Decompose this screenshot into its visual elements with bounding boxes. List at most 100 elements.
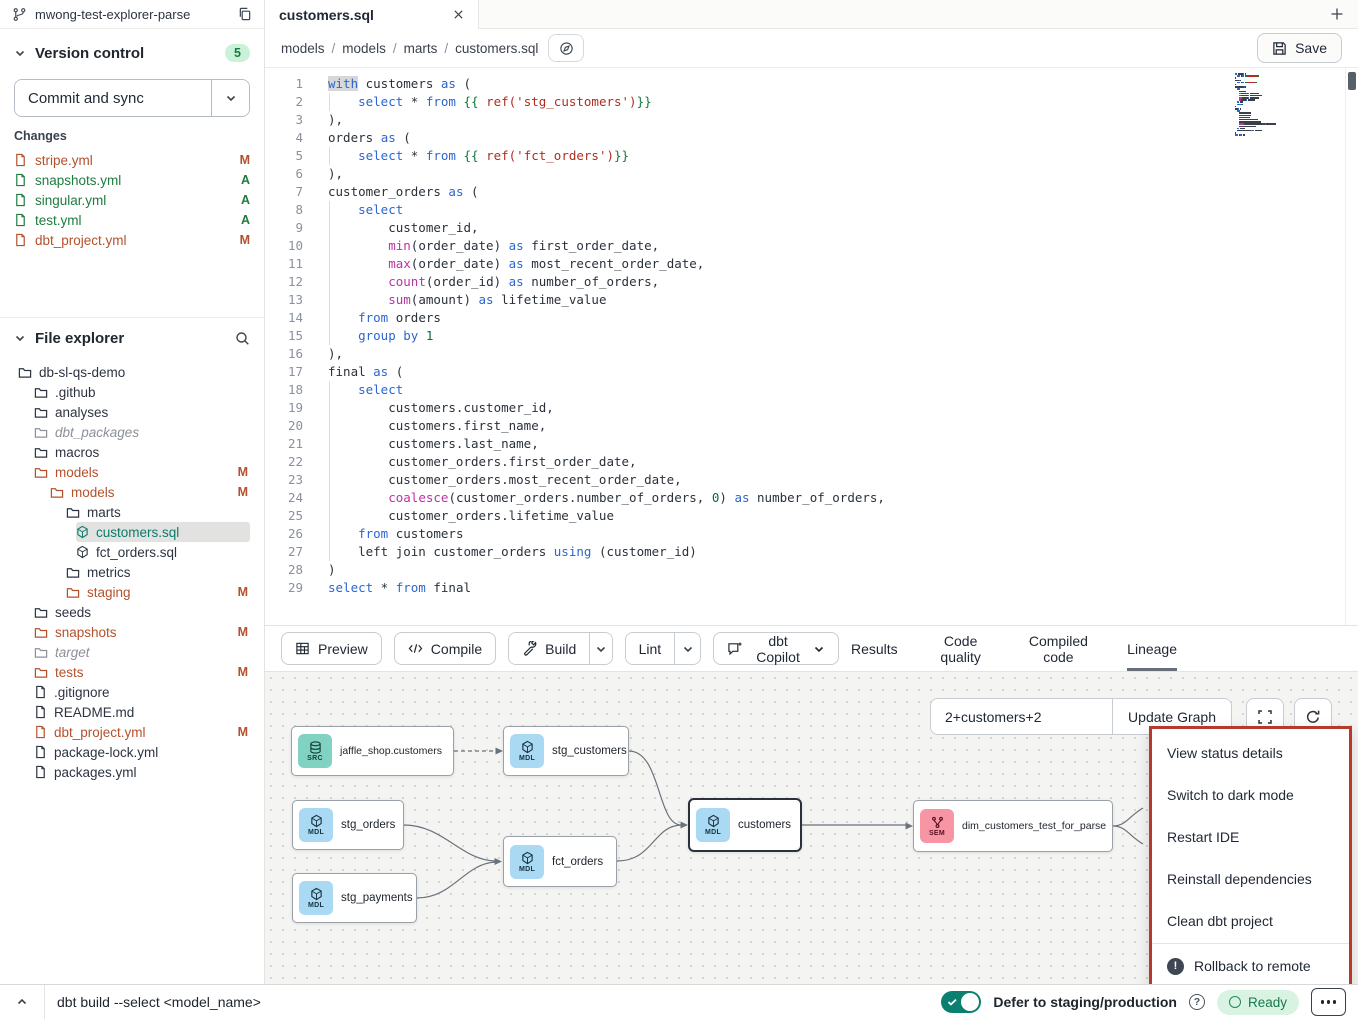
breadcrumb-item[interactable]: marts [404,41,438,56]
code-line[interactable]: 2 select * from {{ ref('stg_customers')}… [265,93,1358,111]
file-tree-item-package-lock-yml[interactable]: package-lock.yml [34,742,250,762]
commit-options-dropdown[interactable] [211,80,249,116]
code-line[interactable]: 10 min(order_date) as first_order_date, [265,237,1358,255]
preview-button[interactable]: Preview [281,632,382,665]
changed-file-row[interactable]: test.ymlA [14,210,250,230]
lineage-node-stg_payments[interactable]: MDLstg_payments [292,873,417,923]
lineage-panel[interactable]: SRCjaffle_shop.customersMDLstg_customers… [265,672,1358,984]
defer-toggle[interactable] [941,991,981,1013]
open-in-explorer-compass-icon[interactable] [548,34,584,62]
code-line[interactable]: 19 customers.customer_id, [265,399,1358,417]
code-line[interactable]: 22 customer_orders.first_order_date, [265,453,1358,471]
lint-options-dropdown[interactable] [674,633,700,664]
tab-customers-sql[interactable]: customers.sql [265,0,479,29]
help-question-icon[interactable]: ? [1189,994,1205,1010]
code-line[interactable]: 29select * from final [265,579,1358,597]
file-tree-item-dbt-project-yml[interactable]: dbt_project.ymlM [34,722,250,742]
code-line[interactable]: 26 from customers [265,525,1358,543]
code-line[interactable]: 5 select * from {{ ref('fct_orders')}} [265,147,1358,165]
code-editor[interactable]: 1with customers as (2 select * from {{ r… [265,67,1358,625]
file-tree-item--github[interactable]: .github [34,382,250,402]
file-tree-item-snapshots[interactable]: snapshotsM [34,622,250,642]
close-icon[interactable] [453,9,464,20]
panel-tab-code-quality[interactable]: Code quality [932,626,990,671]
new-tab-plus-icon[interactable] [1329,6,1345,22]
menu-item-rollback-to-remote[interactable]: !Rollback to remote [1152,945,1349,984]
command-hint[interactable]: dbt build --select <model_name> [45,994,261,1010]
changed-file-row[interactable]: stripe.ymlM [14,150,250,170]
breadcrumb-item[interactable]: models [342,41,386,56]
code-line[interactable]: 9 customer_id, [265,219,1358,237]
editor-scrollbar[interactable] [1345,68,1358,625]
file-tree-item-metrics[interactable]: metrics [66,562,250,582]
code-line[interactable]: 24 coalesce(customer_orders.number_of_or… [265,489,1358,507]
lineage-node-customers[interactable]: MDLcustomers [688,798,802,852]
file-tree-item-macros[interactable]: macros [34,442,250,462]
lineage-node-fct_orders[interactable]: MDLfct_orders [503,836,617,887]
code-line[interactable]: 25 customer_orders.lifetime_value [265,507,1358,525]
menu-item-reinstall-dependencies[interactable]: Reinstall dependencies [1152,858,1349,900]
code-line[interactable]: 6), [265,165,1358,183]
file-tree-item-dbt-packages[interactable]: dbt_packages [34,422,250,442]
code-line[interactable]: 27 left join customer_orders using (cust… [265,543,1358,561]
code-line[interactable]: 23 customer_orders.most_recent_order_dat… [265,471,1358,489]
code-line[interactable]: 8 select [265,201,1358,219]
menu-item-restart-ide[interactable]: Restart IDE [1152,816,1349,858]
file-tree-item-fct-orders-sql[interactable]: fct_orders.sql [76,542,250,562]
panel-tab-compiled-code[interactable]: Compiled code [1024,626,1094,671]
code-line[interactable]: 17final as ( [265,363,1358,381]
code-line[interactable]: 7customer_orders as ( [265,183,1358,201]
code-line[interactable]: 20 customers.first_name, [265,417,1358,435]
file-tree-item--gitignore[interactable]: .gitignore [34,682,250,702]
file-tree-item-models[interactable]: modelsM [50,482,250,502]
file-explorer-header[interactable]: File explorer [14,322,250,354]
code-line[interactable]: 16), [265,345,1358,363]
editor-minimap[interactable] [1235,73,1292,136]
menu-item-view-status-details[interactable]: View status details [1152,732,1349,774]
code-line[interactable]: 11 max(order_date) as most_recent_order_… [265,255,1358,273]
breadcrumb-item[interactable]: models [281,41,325,56]
build-options-dropdown[interactable] [589,633,611,664]
lineage-node-jaffle_shop_customers[interactable]: SRCjaffle_shop.customers [291,726,454,776]
panel-tab-results[interactable]: Results [851,626,898,671]
panel-tab-lineage[interactable]: Lineage [1127,626,1177,671]
scrollbar-thumb[interactable] [1348,72,1356,90]
file-tree-item-target[interactable]: target [34,642,250,662]
more-options-ellipsis-icon[interactable] [1311,988,1346,1016]
dbt-copilot-button[interactable]: dbt Copilot [713,632,839,665]
file-tree-item-analyses[interactable]: analyses [34,402,250,422]
code-line[interactable]: 3), [265,111,1358,129]
file-tree-item-seeds[interactable]: seeds [34,602,250,622]
lineage-node-stg_orders[interactable]: MDLstg_orders [292,800,404,850]
file-tree-item-db-sl-qs-demo[interactable]: db-sl-qs-demo [18,362,250,382]
file-tree-item-customers-sql[interactable]: customers.sql [76,522,250,542]
status-badge[interactable]: Ready [1217,990,1299,1015]
copy-branch-icon[interactable] [238,7,252,21]
file-tree-item-models[interactable]: modelsM [34,462,250,482]
file-tree-item-marts[interactable]: marts [66,502,250,522]
file-tree-item-readme-md[interactable]: README.md [34,702,250,722]
compile-button[interactable]: Compile [394,632,496,665]
code-line[interactable]: 14 from orders [265,309,1358,327]
changed-file-row[interactable]: singular.ymlA [14,190,250,210]
lineage-selector-input[interactable] [931,699,1112,734]
file-tree-item-tests[interactable]: testsM [34,662,250,682]
lint-button[interactable]: Lint [626,633,675,664]
breadcrumb-item[interactable]: customers.sql [455,41,538,56]
save-button[interactable]: Save [1257,33,1342,63]
code-line[interactable]: 21 customers.last_name, [265,435,1358,453]
chevron-up-icon[interactable] [0,996,44,1008]
search-icon[interactable] [235,331,250,346]
code-line[interactable]: 12 count(order_id) as number_of_orders, [265,273,1358,291]
changed-file-row[interactable]: dbt_project.ymlM [14,230,250,250]
menu-item-clean-dbt-project[interactable]: Clean dbt project [1152,900,1349,942]
menu-item-switch-to-dark-mode[interactable]: Switch to dark mode [1152,774,1349,816]
code-line[interactable]: 13 sum(amount) as lifetime_value [265,291,1358,309]
code-line[interactable]: 4orders as ( [265,129,1358,147]
file-tree-item-packages-yml[interactable]: packages.yml [34,762,250,782]
code-line[interactable]: 15 group by 1 [265,327,1358,345]
changed-file-row[interactable]: snapshots.ymlA [14,170,250,190]
code-line[interactable]: 28) [265,561,1358,579]
code-line[interactable]: 18 select [265,381,1358,399]
code-line[interactable]: 1with customers as ( [265,75,1358,93]
